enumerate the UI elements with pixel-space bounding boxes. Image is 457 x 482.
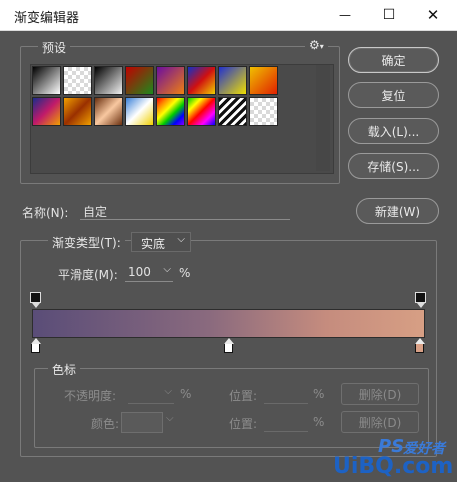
color-label: 颜色:	[91, 417, 120, 431]
name-value: 自定	[83, 205, 108, 219]
close-button[interactable]: ✕	[411, 0, 455, 30]
gradient-preview-bar[interactable]	[32, 309, 425, 338]
watermark-site: UiBQ.com	[333, 454, 454, 479]
preset-swatch[interactable]	[187, 66, 216, 95]
preset-swatch[interactable]	[63, 97, 92, 126]
preset-swatch[interactable]	[32, 97, 61, 126]
preset-swatch[interactable]	[94, 97, 123, 126]
opacity-unit: %	[180, 387, 192, 401]
close-icon: ✕	[426, 6, 440, 24]
color-delete-button[interactable]: 删除(D)	[341, 411, 419, 433]
opacity-stop-right[interactable]	[415, 292, 426, 308]
window-title: 渐变编辑器	[14, 11, 80, 26]
gradient-type-label: 渐变类型(T):	[48, 234, 125, 251]
name-field[interactable]: 自定	[80, 201, 290, 220]
smoothness-field[interactable]: 100 ⌵	[125, 263, 173, 282]
minimize-button[interactable]: —	[323, 0, 367, 30]
opacity-location-label: 位置:	[229, 389, 258, 403]
preset-swatch[interactable]	[187, 97, 216, 126]
color-stop-middle[interactable]	[224, 338, 234, 353]
preset-swatch[interactable]	[125, 97, 154, 126]
preset-swatch[interactable]	[156, 97, 185, 126]
gradient-type-dropdown[interactable]: 实底 ⌵	[131, 232, 191, 252]
opacity-label: 不透明度:	[64, 389, 117, 403]
presets-label: 预设	[38, 39, 71, 56]
smoothness-value: 100	[128, 265, 151, 279]
save-button[interactable]: 存储(S)...	[348, 153, 439, 179]
gear-icon: ⚙	[309, 38, 320, 52]
preset-swatch[interactable]	[249, 97, 278, 126]
gradient-type-value: 实底	[141, 237, 166, 251]
reset-button-label: 复位	[381, 88, 406, 103]
new-button-label: 新建(W)	[374, 204, 421, 219]
color-location-field[interactable]	[264, 413, 308, 432]
stops-label: 色标	[48, 361, 81, 378]
chevron-down-icon: ⌵	[164, 386, 172, 397]
preset-swatch-list	[30, 64, 334, 174]
chevron-down-icon: ⌵	[163, 264, 171, 275]
color-location-unit: %	[313, 415, 325, 429]
preset-swatch[interactable]	[218, 66, 247, 95]
preset-swatch[interactable]	[156, 66, 185, 95]
color-location-label: 位置:	[229, 417, 258, 431]
opacity-stop-left[interactable]	[30, 292, 41, 308]
color-stop-left[interactable]	[31, 338, 41, 353]
presets-gear-button[interactable]: ⚙▾	[305, 38, 328, 52]
opacity-location-unit: %	[313, 387, 325, 401]
name-label: 名称(N):	[22, 206, 69, 220]
preset-swatch[interactable]	[63, 66, 92, 95]
title-bar: 渐变编辑器 — ☐ ✕	[0, 0, 457, 31]
load-button[interactable]: 载入(L)...	[348, 118, 439, 144]
opacity-delete-button[interactable]: 删除(D)	[341, 383, 419, 405]
preset-scrollbar[interactable]	[316, 65, 330, 171]
preset-swatch[interactable]	[125, 66, 154, 95]
ok-button[interactable]: 确定	[348, 47, 439, 73]
maximize-button[interactable]: ☐	[367, 0, 411, 30]
opacity-delete-label: 删除(D)	[358, 387, 402, 402]
chevron-down-icon: ▾	[319, 42, 324, 51]
preset-swatch[interactable]	[249, 66, 278, 95]
smoothness-label: 平滑度(M):	[58, 268, 118, 282]
preset-swatch[interactable]	[94, 66, 123, 95]
opacity-location-field[interactable]	[264, 385, 308, 404]
stops-group	[34, 368, 429, 448]
chevron-down-icon: ⌵	[177, 234, 185, 245]
preset-swatch[interactable]	[32, 66, 61, 95]
load-button-label: 载入(L)...	[367, 124, 420, 139]
minimize-icon: —	[339, 8, 351, 22]
opacity-field[interactable]: ⌵	[128, 385, 174, 404]
save-button-label: 存储(S)...	[367, 159, 420, 174]
smoothness-unit: %	[179, 266, 191, 280]
ok-button-label: 确定	[381, 53, 406, 68]
color-delete-label: 删除(D)	[358, 415, 402, 430]
preset-swatch[interactable]	[218, 97, 247, 126]
reset-button[interactable]: 复位	[348, 82, 439, 108]
chevron-down-icon: ⌵	[166, 413, 174, 424]
color-stop-right[interactable]	[415, 338, 425, 353]
new-button[interactable]: 新建(W)	[356, 198, 439, 224]
maximize-icon: ☐	[382, 7, 396, 23]
color-swatch-field[interactable]	[121, 412, 163, 433]
